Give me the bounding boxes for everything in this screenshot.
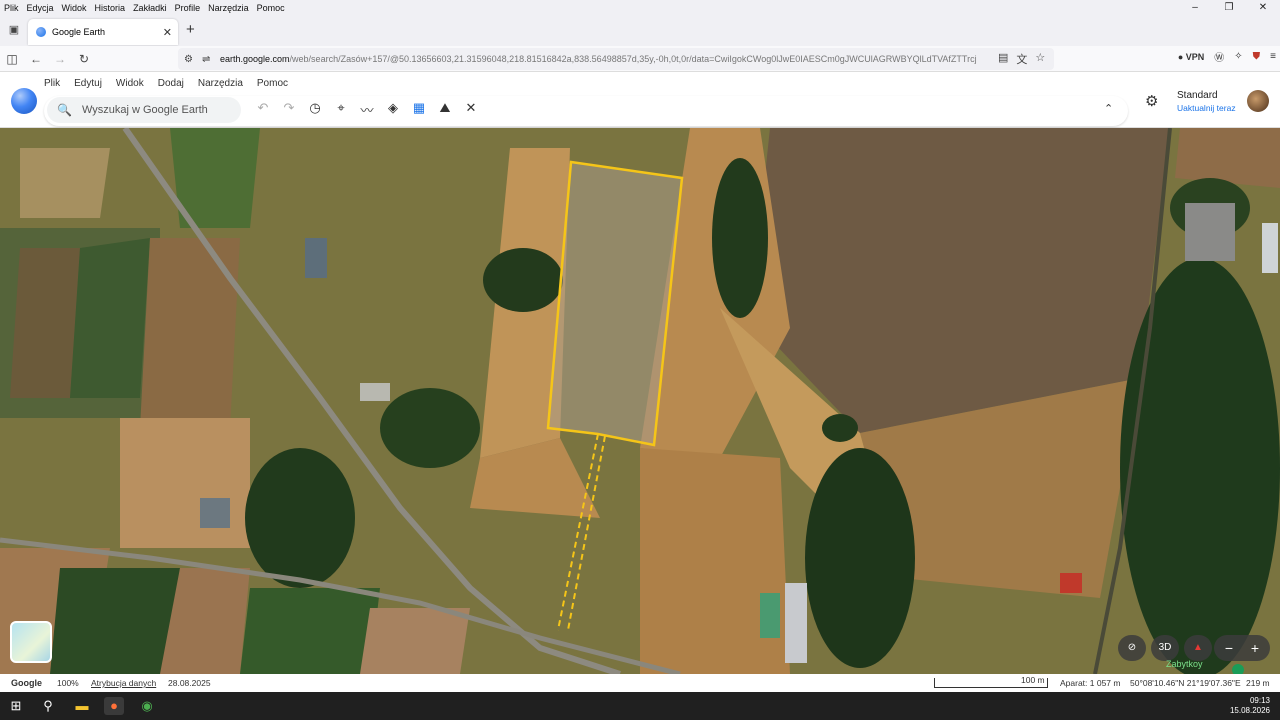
ruler-icon[interactable]: ▦: [406, 100, 432, 119]
google-earth-favicon-icon: [36, 27, 46, 37]
system-clock[interactable]: 09:13 15.08.2026: [1230, 696, 1270, 716]
sidebar-icon[interactable]: ◫: [0, 52, 24, 66]
taskbar: ⊞ ⚲ ▬ ● ◉ 09:13 15.08.2026: [0, 692, 1280, 720]
layers-icon[interactable]: ◈: [380, 100, 406, 119]
search-icon: 🔍: [57, 103, 72, 117]
chrome-icon[interactable]: ◉: [137, 697, 157, 715]
new-tab-button[interactable]: +: [186, 21, 195, 38]
windows-start-icon[interactable]: ⊞: [6, 697, 26, 715]
imagery-date: 28.08.2025: [168, 678, 211, 688]
earth-menu-edit[interactable]: Edytuj: [74, 78, 102, 89]
zoom-out-button[interactable]: −: [1216, 635, 1242, 661]
forward-icon[interactable]: →: [48, 52, 72, 66]
zoom-level: 100%: [57, 678, 79, 688]
url-host: earth.google.com: [220, 54, 290, 64]
vpn-button[interactable]: ● VPN: [1178, 52, 1204, 62]
status-bar: Google 100% Atrybucja danych 28.08.2025 …: [0, 674, 1280, 692]
clock-time: 09:13: [1249, 696, 1270, 705]
undo-icon[interactable]: ↶: [250, 100, 276, 119]
os-menu-profiles[interactable]: Profile: [171, 3, 205, 13]
permissions-icon[interactable]: ⇌: [202, 54, 210, 65]
place-label: Zabytkoy: [1166, 659, 1203, 669]
attribution-link[interactable]: Atrybucja danych: [91, 678, 156, 688]
earth-menu: Plik Edytuj Widok Dodaj Narzędzia Pomoc: [44, 78, 288, 89]
os-menubar: Plik Edycja Widok Historia Zakładki Prof…: [0, 0, 1280, 16]
collapse-toolbar-icon[interactable]: ⌃: [1104, 102, 1113, 115]
placemark-icon[interactable]: ⌖: [328, 100, 354, 119]
earth-menu-file[interactable]: Plik: [44, 78, 60, 89]
gallery-icon[interactable]: ⛰: [432, 100, 458, 119]
url-path: /web/search/Zasów+157/@50.13656603,21.31…: [289, 54, 977, 64]
map-style-thumbnail[interactable]: [10, 621, 52, 663]
pegman-icon[interactable]: [1232, 664, 1244, 674]
earth-toolbar: ↶ ↷ ◷ ⌖ 〰 ◈ ▦ ⛰ ✕: [250, 100, 484, 119]
zoom-controls: − +: [1214, 635, 1270, 661]
os-menu-tools[interactable]: Narzędzia: [204, 3, 253, 13]
firefox-icon[interactable]: ●: [104, 697, 124, 715]
bookmark-star-icon[interactable]: ☆: [1035, 51, 1045, 67]
maximize-button[interactable]: ❐: [1212, 0, 1246, 16]
ublock-icon[interactable]: ⛊: [1253, 51, 1261, 62]
compass-icon[interactable]: ▲: [1184, 635, 1212, 661]
window-controls: – ❐ ✕: [1178, 0, 1280, 16]
satellite-icon[interactable]: ✕: [458, 100, 484, 119]
map-style-label: Standard: [1177, 90, 1218, 101]
camera-altitude: Aparat: 1 057 m: [1060, 678, 1121, 688]
tab-overview-icon[interactable]: ▣: [2, 23, 26, 36]
earth-menu-add[interactable]: Dodaj: [158, 78, 184, 89]
os-menu-edit[interactable]: Edycja: [23, 3, 58, 13]
avatar[interactable]: [1247, 90, 1269, 112]
tab-google-earth[interactable]: Google Earth ✕: [28, 19, 178, 45]
search-taskbar-icon[interactable]: ⚲: [38, 697, 58, 715]
os-menu-bookmarks[interactable]: Zakładki: [129, 3, 171, 13]
os-menu-help[interactable]: Pomoc: [253, 3, 289, 13]
clock-date: 15.08.2026: [1229, 706, 1270, 715]
close-window-button[interactable]: ✕: [1246, 0, 1280, 16]
update-now-link[interactable]: Uaktualnij teraz: [1177, 103, 1236, 113]
history-icon[interactable]: ◷: [302, 100, 328, 119]
earth-menu-help[interactable]: Pomoc: [257, 78, 288, 89]
reload-icon[interactable]: ↻: [72, 52, 96, 66]
os-menu-file[interactable]: Plik: [0, 3, 23, 13]
redo-icon[interactable]: ↷: [276, 100, 302, 119]
north-up-icon[interactable]: ⊘: [1118, 635, 1146, 661]
zoom-in-button[interactable]: +: [1242, 635, 1268, 661]
site-info-icon[interactable]: ⚙: [184, 54, 193, 65]
tab-title: Google Earth: [52, 27, 106, 37]
reader-view-icon[interactable]: ▤: [998, 51, 1008, 67]
minimize-button[interactable]: –: [1178, 0, 1212, 16]
file-explorer-icon[interactable]: ▬: [72, 697, 92, 715]
tab-close-icon[interactable]: ✕: [163, 26, 172, 39]
earth-menu-view[interactable]: Widok: [116, 78, 144, 89]
translate-icon[interactable]: 文: [1016, 51, 1027, 67]
os-menu-view[interactable]: Widok: [58, 3, 91, 13]
tab-bar: ▣ Google Earth ✕ +: [0, 16, 1280, 46]
coordinates: 50°08'10.46"N 21°19'07.36"E: [1130, 678, 1241, 688]
map-style-info: Standard Uaktualnij teraz: [1177, 90, 1236, 113]
settings-gear-icon[interactable]: ⚙: [1145, 92, 1158, 110]
search-box[interactable]: 🔍 Wyszukaj w Google Earth: [47, 97, 241, 123]
earth-menu-tools[interactable]: Narzędzia: [198, 78, 243, 89]
address-bar[interactable]: ⚙ ⇌ earth.google.com/web/search/Zasów+15…: [178, 48, 1054, 70]
google-logo: Google: [11, 678, 42, 688]
os-menu-history[interactable]: Historia: [91, 3, 130, 13]
extensions-icon[interactable]: ✧: [1234, 51, 1242, 62]
app-menu-icon[interactable]: ≡: [1270, 51, 1276, 62]
elevation: 219 m: [1246, 678, 1270, 688]
search-placeholder: Wyszukaj w Google Earth: [81, 104, 208, 116]
earth-header: Plik Edytuj Widok Dodaj Narzędzia Pomoc …: [0, 72, 1280, 128]
back-icon[interactable]: ←: [24, 52, 48, 66]
satellite-map[interactable]: ⊘ 3D ▲ − + Zabytkoy: [0, 128, 1280, 674]
scale-label: 100 m: [1021, 675, 1045, 685]
toggle-3d-button[interactable]: 3D: [1151, 635, 1179, 661]
map-imagery: [0, 128, 1280, 674]
navigation-bar: ◫ ← → ↻ ⚙ ⇌ earth.google.com/web/search/…: [0, 46, 1280, 72]
google-earth-logo-icon[interactable]: [11, 88, 37, 114]
browser-extensions: ● VPN Ⓦ ✧ ⛊ ≡: [1178, 49, 1276, 64]
path-icon[interactable]: 〰: [354, 100, 380, 119]
account-w-icon[interactable]: Ⓦ: [1214, 49, 1224, 64]
